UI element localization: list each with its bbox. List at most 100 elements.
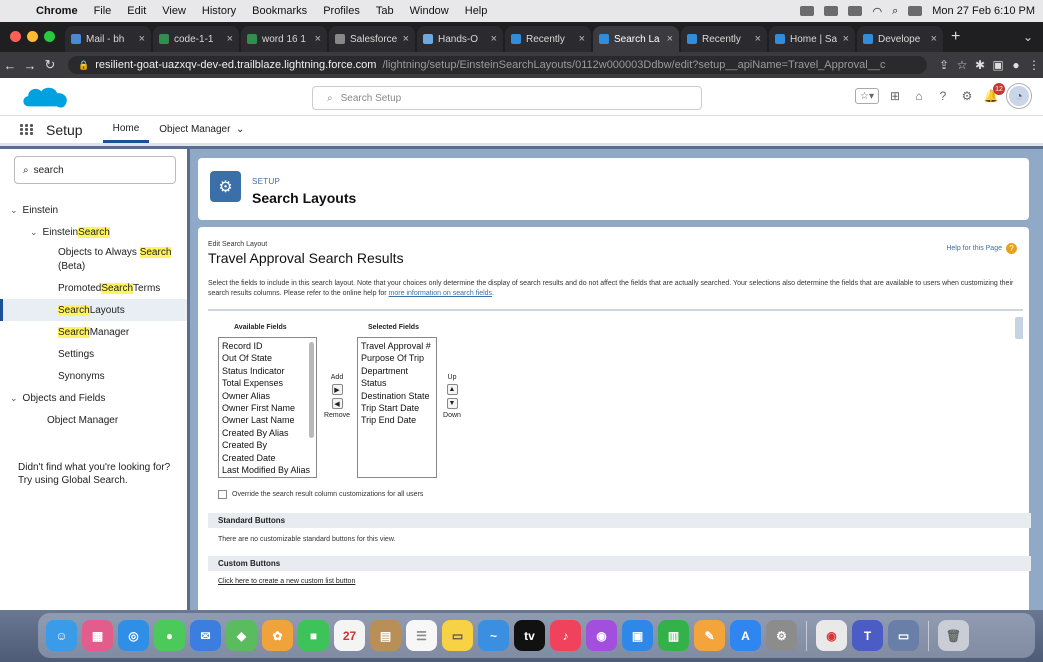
chevron-down-icon[interactable]: ⌄ bbox=[30, 227, 38, 238]
trash-icon[interactable]: 🗑 bbox=[938, 620, 969, 651]
browser-tab[interactable]: Develope × bbox=[857, 26, 943, 52]
tab-object-manager[interactable]: Object Manager ⌄ bbox=[149, 116, 254, 143]
lock-icon[interactable]: 🔒 bbox=[78, 60, 89, 71]
calendar-icon[interactable]: 27 bbox=[334, 620, 365, 651]
quick-find-input[interactable]: ⌕ search bbox=[14, 156, 176, 184]
menu-view[interactable]: View bbox=[154, 5, 194, 17]
browser-tab[interactable]: Home | Sa × bbox=[769, 26, 855, 52]
list-item[interactable]: Status Indicator bbox=[222, 365, 313, 377]
clock[interactable]: Mon 27 Feb 6:10 PM bbox=[932, 5, 1035, 17]
address-bar[interactable]: 🔒 resilient-goat-uazxqv-dev-ed.trailblaz… bbox=[68, 56, 927, 74]
move-down-button[interactable]: ▼ bbox=[446, 398, 458, 409]
close-tab-icon[interactable]: × bbox=[931, 33, 937, 45]
list-scrollbar[interactable] bbox=[309, 342, 314, 438]
list-item[interactable]: Department bbox=[361, 365, 433, 377]
new-tab-button[interactable]: + bbox=[945, 28, 968, 52]
close-tab-icon[interactable]: × bbox=[491, 33, 497, 45]
wifi-icon[interactable]: ◠ bbox=[872, 5, 882, 18]
menu-window[interactable]: Window bbox=[402, 5, 457, 17]
search-icon[interactable]: ⌕ bbox=[892, 5, 898, 18]
help-note-line[interactable]: Try using Global Search. bbox=[18, 474, 183, 487]
tab-search-chevron-icon[interactable]: ⌄ bbox=[1023, 30, 1043, 52]
list-item[interactable]: Total Expenses bbox=[222, 377, 313, 389]
extensions-icon[interactable]: ✱ bbox=[971, 58, 989, 72]
browser-tab[interactable]: Salesforce × bbox=[329, 26, 415, 52]
close-tab-icon[interactable]: × bbox=[315, 33, 321, 45]
chrome-icon[interactable]: ◉ bbox=[816, 620, 847, 651]
help-for-this-page-link[interactable]: Help for this Page? bbox=[946, 243, 1017, 254]
list-item[interactable]: Destination State bbox=[361, 390, 433, 402]
global-search-input[interactable]: ⌕ Search Setup bbox=[312, 86, 702, 110]
list-item[interactable]: Last Modified By Alias bbox=[222, 464, 313, 476]
app-store-icon[interactable]: A bbox=[730, 620, 761, 651]
salesforce-logo[interactable] bbox=[18, 83, 72, 111]
list-item[interactable]: Trip End Date bbox=[361, 414, 433, 426]
messages-icon[interactable]: ● bbox=[154, 620, 185, 651]
create-custom-button-link[interactable]: Click here to create a new custom list b… bbox=[218, 578, 355, 585]
move-up-button[interactable]: ▲ bbox=[446, 384, 458, 395]
tree-item-search-layouts[interactable]: Search Layouts bbox=[0, 299, 187, 321]
menu-file[interactable]: File bbox=[86, 5, 120, 17]
safari-icon[interactable]: ◎ bbox=[118, 620, 149, 651]
music-icon[interactable]: ♪ bbox=[550, 620, 581, 651]
preview-icon[interactable]: ▭ bbox=[888, 620, 919, 651]
numbers-icon[interactable]: ▥ bbox=[658, 620, 689, 651]
list-item[interactable]: Record ID bbox=[222, 340, 313, 352]
chevron-down-icon[interactable]: ⌄ bbox=[10, 393, 18, 404]
global-actions-icon[interactable]: ⊞ bbox=[887, 88, 903, 104]
selected-fields-list[interactable]: Travel Approval # Purpose Of Trip Depart… bbox=[357, 337, 437, 478]
trailhead-icon[interactable]: ⌂ bbox=[911, 88, 927, 104]
list-item[interactable]: Owner Alias bbox=[222, 390, 313, 402]
menu-tab[interactable]: Tab bbox=[368, 5, 402, 17]
close-tab-icon[interactable]: × bbox=[139, 33, 145, 45]
control-center-icon[interactable] bbox=[908, 6, 923, 16]
browser-tab[interactable]: Recently × bbox=[505, 26, 591, 52]
close-tab-icon[interactable]: × bbox=[403, 33, 409, 45]
browser-tab-active[interactable]: Search La × bbox=[593, 26, 679, 52]
close-tab-icon[interactable]: × bbox=[579, 33, 585, 45]
chevron-down-icon[interactable]: ⌄ bbox=[236, 124, 244, 135]
menu-edit[interactable]: Edit bbox=[119, 5, 154, 17]
status-icon[interactable] bbox=[824, 6, 839, 16]
browser-tab[interactable]: Hands-O × bbox=[417, 26, 503, 52]
tree-item-einstein[interactable]: ⌄ Einstein bbox=[0, 199, 187, 221]
remove-button[interactable]: ◀ bbox=[331, 398, 343, 409]
available-fields-list[interactable]: Record ID Out Of State Status Indicator … bbox=[218, 337, 317, 478]
forward-button[interactable]: → bbox=[20, 58, 40, 73]
close-tab-icon[interactable]: × bbox=[755, 33, 761, 45]
menu-help[interactable]: Help bbox=[457, 5, 496, 17]
launchpad-icon[interactable]: ▦ bbox=[82, 620, 113, 651]
list-item[interactable]: Trip Start Date bbox=[361, 402, 433, 414]
app-launcher-icon[interactable] bbox=[20, 124, 34, 135]
favorites-star-icon[interactable]: ☆▾ bbox=[855, 88, 879, 104]
status-icon[interactable] bbox=[800, 6, 815, 16]
reload-button[interactable]: ↻ bbox=[40, 57, 60, 73]
browser-menu-icon[interactable]: ⋮ bbox=[1025, 58, 1043, 72]
back-button[interactable]: ← bbox=[0, 58, 20, 73]
list-item[interactable]: Purpose Of Trip bbox=[361, 352, 433, 364]
user-avatar[interactable]: ◔ bbox=[1007, 84, 1031, 108]
browser-tab[interactable]: code-1-1 × bbox=[153, 26, 239, 52]
tree-item-synonyms[interactable]: Synonyms bbox=[0, 365, 187, 387]
close-tab-icon[interactable]: × bbox=[227, 33, 233, 45]
close-tab-icon[interactable]: × bbox=[843, 33, 849, 45]
side-panel-handle[interactable] bbox=[1015, 317, 1023, 339]
browser-tab[interactable]: word 16 1 × bbox=[241, 26, 327, 52]
more-info-link[interactable]: more information on search fields bbox=[389, 290, 493, 297]
maps-icon[interactable]: ◆ bbox=[226, 620, 257, 651]
list-item[interactable]: Created By bbox=[222, 439, 313, 451]
battery-icon[interactable] bbox=[848, 6, 863, 16]
close-tab-icon[interactable]: × bbox=[667, 33, 673, 45]
profile-icon[interactable]: ● bbox=[1007, 58, 1025, 72]
finder-icon[interactable]: ☺ bbox=[46, 620, 77, 651]
close-window-icon[interactable] bbox=[10, 31, 21, 42]
menu-bookmarks[interactable]: Bookmarks bbox=[244, 5, 315, 17]
contacts-icon[interactable]: ▤ bbox=[370, 620, 401, 651]
tree-item-objects-to-always-search[interactable]: Objects to Always Search (Beta) bbox=[0, 243, 187, 275]
list-item[interactable]: Created By Alias bbox=[222, 427, 313, 439]
list-item[interactable]: Travel Approval # bbox=[361, 340, 433, 352]
list-item[interactable]: Owner First Name bbox=[222, 402, 313, 414]
share-icon[interactable]: ⇪ bbox=[935, 58, 953, 72]
freeform-icon[interactable]: ~ bbox=[478, 620, 509, 651]
pages-icon[interactable]: ✎ bbox=[694, 620, 725, 651]
